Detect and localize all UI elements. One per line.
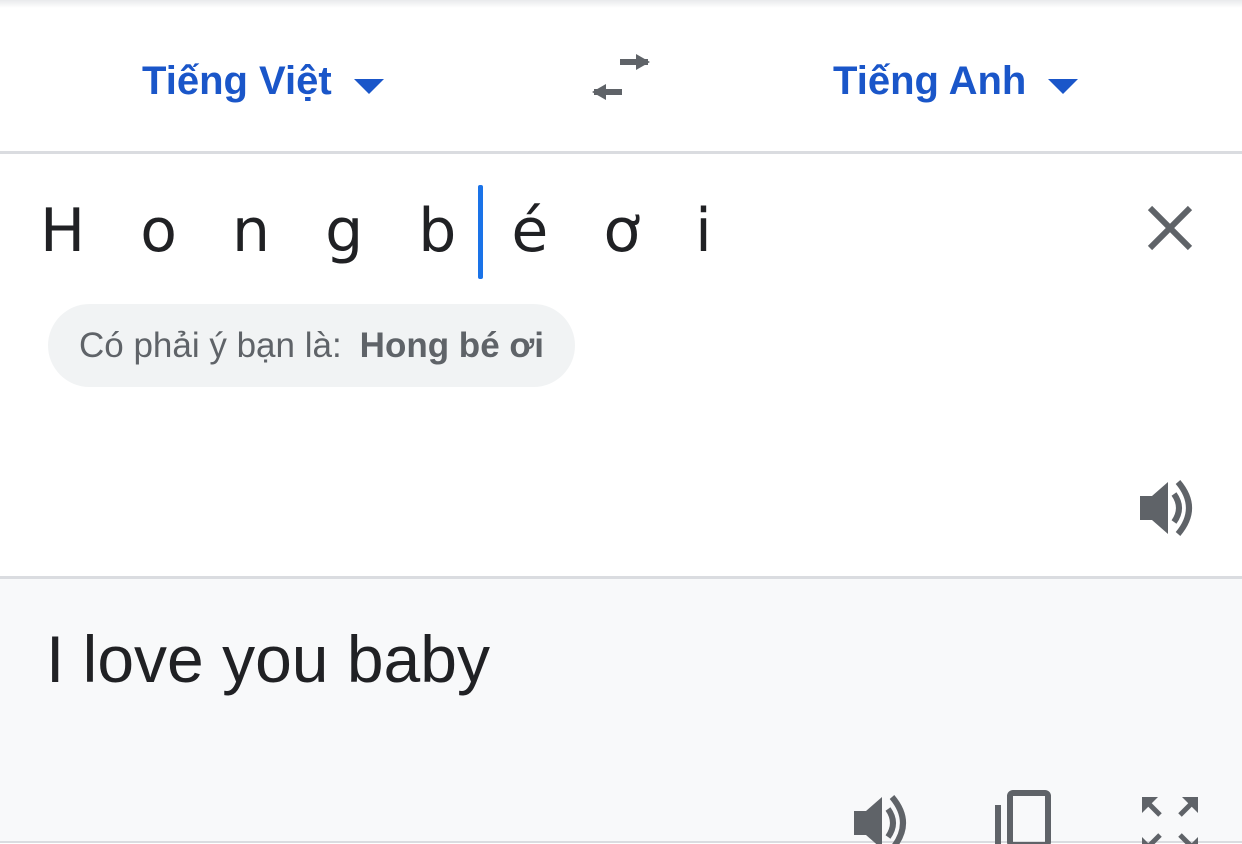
close-icon: [1147, 205, 1193, 251]
copy-translation-button[interactable]: [994, 789, 1054, 844]
dropdown-caret-icon: [353, 78, 384, 94]
translation-text: I love you baby: [46, 622, 490, 696]
suggestion-prompt: Có phải ý bạn là:: [79, 325, 342, 365]
source-text-input[interactable]: H o n g b é ơ i: [40, 194, 730, 268]
source-input-panel: H o n g b é ơ i Có phải ý bạn là: Hong b…: [0, 154, 1242, 579]
dropdown-caret-icon: [1048, 78, 1079, 94]
speaker-icon: [1140, 480, 1192, 536]
language-bar: Tiếng Việt Tiếng Anh: [0, 8, 1242, 154]
translation-output-panel: I love you baby: [0, 579, 1242, 844]
listen-translation-button[interactable]: [850, 791, 916, 844]
text-cursor: [478, 185, 483, 279]
clear-input-button[interactable]: [1140, 198, 1200, 258]
translate-page: Tiếng Việt Tiếng Anh H o n g b é ơ i Có …: [0, 0, 1242, 844]
speaker-icon: [854, 795, 906, 844]
fullscreen-icon: [1142, 797, 1198, 844]
suggestion-text: Hong bé ơi: [359, 325, 544, 365]
source-language-label: Tiếng Việt: [142, 58, 332, 103]
swap-languages-button[interactable]: [586, 54, 656, 108]
listen-source-button[interactable]: [1136, 476, 1202, 540]
swap-arrows-icon: [592, 54, 650, 100]
copy-icon: [995, 790, 1051, 844]
source-language-selector[interactable]: Tiếng Việt: [142, 56, 384, 106]
target-language-selector[interactable]: Tiếng Anh: [833, 56, 1079, 106]
fullscreen-button[interactable]: [1138, 793, 1202, 844]
top-shadow: [0, 0, 1242, 8]
target-language-label: Tiếng Anh: [833, 58, 1027, 103]
spelling-suggestion-chip[interactable]: Có phải ý bạn là: Hong bé ơi: [48, 304, 575, 387]
